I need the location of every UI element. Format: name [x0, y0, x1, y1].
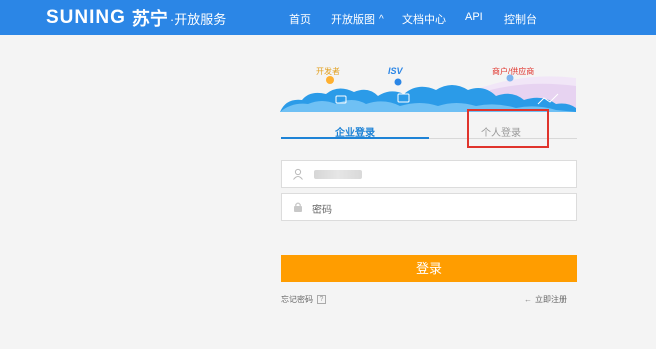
banner-developer-label: 开发者: [316, 66, 340, 76]
username-value-redacted: [314, 170, 362, 179]
login-button[interactable]: 登录: [281, 255, 577, 282]
active-tab-underline: [281, 137, 429, 139]
chevron-up-icon: ^: [379, 14, 384, 25]
arrow-left-icon: ←: [524, 295, 532, 304]
username-field[interactable]: [281, 160, 577, 188]
banner-merchant-label: 商户/供应商: [492, 66, 534, 76]
register-link[interactable]: ← 立即注册: [524, 294, 567, 305]
brand-subtitle: ·开放服务: [169, 11, 227, 27]
brand-chinese-name: 苏宁: [131, 9, 168, 29]
login-banner-illustration: 开发者 ISV 商户/供应商: [280, 60, 576, 112]
nav-api[interactable]: API: [465, 11, 483, 23]
user-icon: [293, 168, 303, 180]
top-navigation-bar: SUNING 苏宁 ·开放服务 首页 开放版图 ^ 文档中心 API 控制台: [0, 0, 656, 35]
lock-icon: [294, 202, 302, 212]
annotation-highlight-box: [467, 109, 549, 148]
nav-open-map[interactable]: 开放版图 ^: [331, 11, 384, 27]
cloud-illustration: 开发者 ISV 商户/供应商: [280, 66, 576, 112]
password-field[interactable]: 密码: [281, 193, 577, 221]
nav-open-map-label: 开放版图: [331, 14, 375, 26]
register-label: 立即注册: [535, 295, 567, 304]
brand-wordmark: SUNING: [46, 7, 126, 28]
suning-logo[interactable]: SUNING 苏宁 ·开放服务: [46, 7, 226, 29]
forgot-password-link[interactable]: 忘记密码 ?: [281, 294, 326, 305]
nav-console[interactable]: 控制台: [504, 11, 537, 27]
forgot-password-label: 忘记密码: [281, 295, 313, 304]
help-icon[interactable]: ?: [317, 295, 326, 304]
password-placeholder: 密码: [312, 205, 332, 216]
banner-isv-label: ISV: [388, 66, 404, 76]
nav-home[interactable]: 首页: [289, 11, 311, 27]
nav-docs[interactable]: 文档中心: [402, 11, 446, 27]
